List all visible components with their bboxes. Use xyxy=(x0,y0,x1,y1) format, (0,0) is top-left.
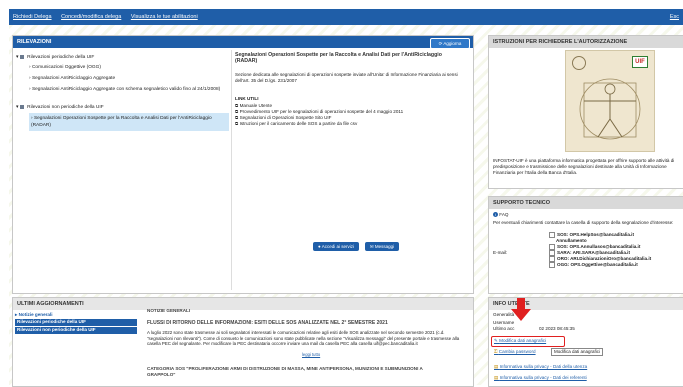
uif-logo-image: UIF xyxy=(565,50,655,152)
view-permissions-link[interactable]: Visualizza le tue abilitazioni xyxy=(131,14,198,20)
modify-data-tooltip: Modifica dati anagrafici xyxy=(551,348,604,356)
link-csv[interactable]: ⧉ Istruzioni per il caricamento delle SO… xyxy=(235,121,357,127)
collapse-icon: ▾ xyxy=(16,55,19,60)
istruzioni-title: ISTRUZIONI PER RICHIEDERE L'AUTORIZZAZIO… xyxy=(489,36,683,48)
rilevazioni-tree: ▾ Rilevazioni periodiche della UIF › Com… xyxy=(13,50,229,270)
links-title: LINK UTILI xyxy=(235,96,259,101)
access-services-button[interactable]: ● Accedi ai servizi xyxy=(313,242,359,251)
support-intro: Per eventuali chiarimenti contattare la … xyxy=(493,220,674,225)
tree-item-aggregate-old[interactable]: › Segnalazioni AntiRiciclaggio Aggregate… xyxy=(29,86,221,93)
news-nav-general[interactable]: ▸ Notizie generali xyxy=(15,312,139,318)
news-section-title: NOTIZIE GENERALI xyxy=(147,308,191,313)
faq-link[interactable]: i FAQ xyxy=(493,212,508,218)
tree-divider xyxy=(231,50,232,290)
news-body: A luglio 2022 sono state trasmesse ai so… xyxy=(147,330,460,346)
refresh-button[interactable]: ⟳ Aggiorna xyxy=(430,38,470,49)
detail-area: Segnalazioni Operazioni Sospette per la … xyxy=(235,50,467,290)
supporto-panel: SUPPORTO TECNICO i FAQ Per eventuali chi… xyxy=(488,196,683,294)
grant-delegation-link[interactable]: Concedi/modifica delega xyxy=(61,14,121,20)
privacy-referents-link[interactable]: ▤ Informativa sulla privacy - Dati dei r… xyxy=(494,375,587,381)
rilevazioni-title: RILEVAZIONI xyxy=(13,36,473,48)
last-access-value: 02 2023 08:45:35 xyxy=(539,326,575,331)
istruzioni-panel: ISTRUZIONI PER RICHIEDERE L'AUTORIZZAZIO… xyxy=(488,35,683,189)
istruzioni-text: INFOSTAT-UIF è una piattaforma informati… xyxy=(493,158,675,175)
envelope-icon xyxy=(549,262,555,268)
folder-icon xyxy=(19,104,24,109)
modify-data-link[interactable]: ✎ Modifica dati anagrafici xyxy=(494,338,546,344)
tree-node-periodiche[interactable]: ▾ Rilevazioni periodiche della UIF xyxy=(16,54,94,61)
detail-title: Segnalazioni Operazioni Sospette per la … xyxy=(235,52,442,64)
info-utente-panel: INFO UTENTE Generalità Username Ultimo a… xyxy=(488,297,683,387)
supporto-title: SUPPORTO TECNICO xyxy=(489,197,683,209)
email-label: E-mail: xyxy=(493,250,508,255)
aggiornamenti-panel: ULTIMI AGGIORNAMENTI ▸ Notizie generali … xyxy=(12,297,474,387)
privacy-user-link[interactable]: ▤ Informativa sulla privacy - Dati della… xyxy=(494,364,587,370)
envelope-icon xyxy=(549,232,555,238)
read-more-link[interactable]: leggi tutto xyxy=(302,352,320,358)
email-item[interactable]: OGG: OPS.Oggettive@bancaditalia.it xyxy=(549,262,638,268)
news-title: FLUSSI DI RITORNO DELLE INFORMAZIONI: ES… xyxy=(147,320,388,326)
red-arrow-annotation xyxy=(511,298,531,321)
change-password-link[interactable]: ⚿ Cambia password xyxy=(494,349,536,355)
request-delegation-link[interactable]: Richiedi Delega xyxy=(13,14,52,20)
info-icon: i xyxy=(493,212,498,217)
tree-item-ogg[interactable]: › Comunicazioni Oggettive (OGG) xyxy=(29,64,101,71)
folder-icon xyxy=(19,54,24,59)
tree-item-radar[interactable]: › Segnalazioni Operazioni Sospette per l… xyxy=(29,113,229,131)
messages-button[interactable]: ✉ Messaggi xyxy=(365,242,399,251)
tree-node-non-periodiche[interactable]: ▾ Rilevazioni non periodiche della UIF xyxy=(16,104,104,111)
collapse-icon: ▾ xyxy=(16,105,19,110)
news2-title: CATEGORIA SOS "PROLIFERAZIONE ARMI DI DI… xyxy=(147,366,423,377)
news-nav-periodiche[interactable]: Rilevazioni periodiche della UIF xyxy=(15,319,137,326)
news-nav-non-periodiche[interactable]: Rilevazioni non periodiche della UIF xyxy=(15,327,137,334)
aggiornamenti-title: ULTIMI AGGIORNAMENTI xyxy=(13,298,473,310)
vitruvian-man-icon xyxy=(579,78,641,140)
exit-link[interactable]: Esc xyxy=(670,14,679,20)
rilevazioni-panel: RILEVAZIONI ⟳ Aggiorna ▾ Rilevazioni per… xyxy=(12,35,474,294)
tree-item-aggregate[interactable]: › Segnalazioni AntiRiciclaggio Aggregate xyxy=(29,75,115,82)
top-navigation-bar: Richiedi Delega Concedi/modifica delega … xyxy=(9,9,683,25)
label-last-access: Ultimo acc xyxy=(493,326,515,331)
detail-description: Sezione dedicata alle segnalazioni di op… xyxy=(235,72,458,83)
